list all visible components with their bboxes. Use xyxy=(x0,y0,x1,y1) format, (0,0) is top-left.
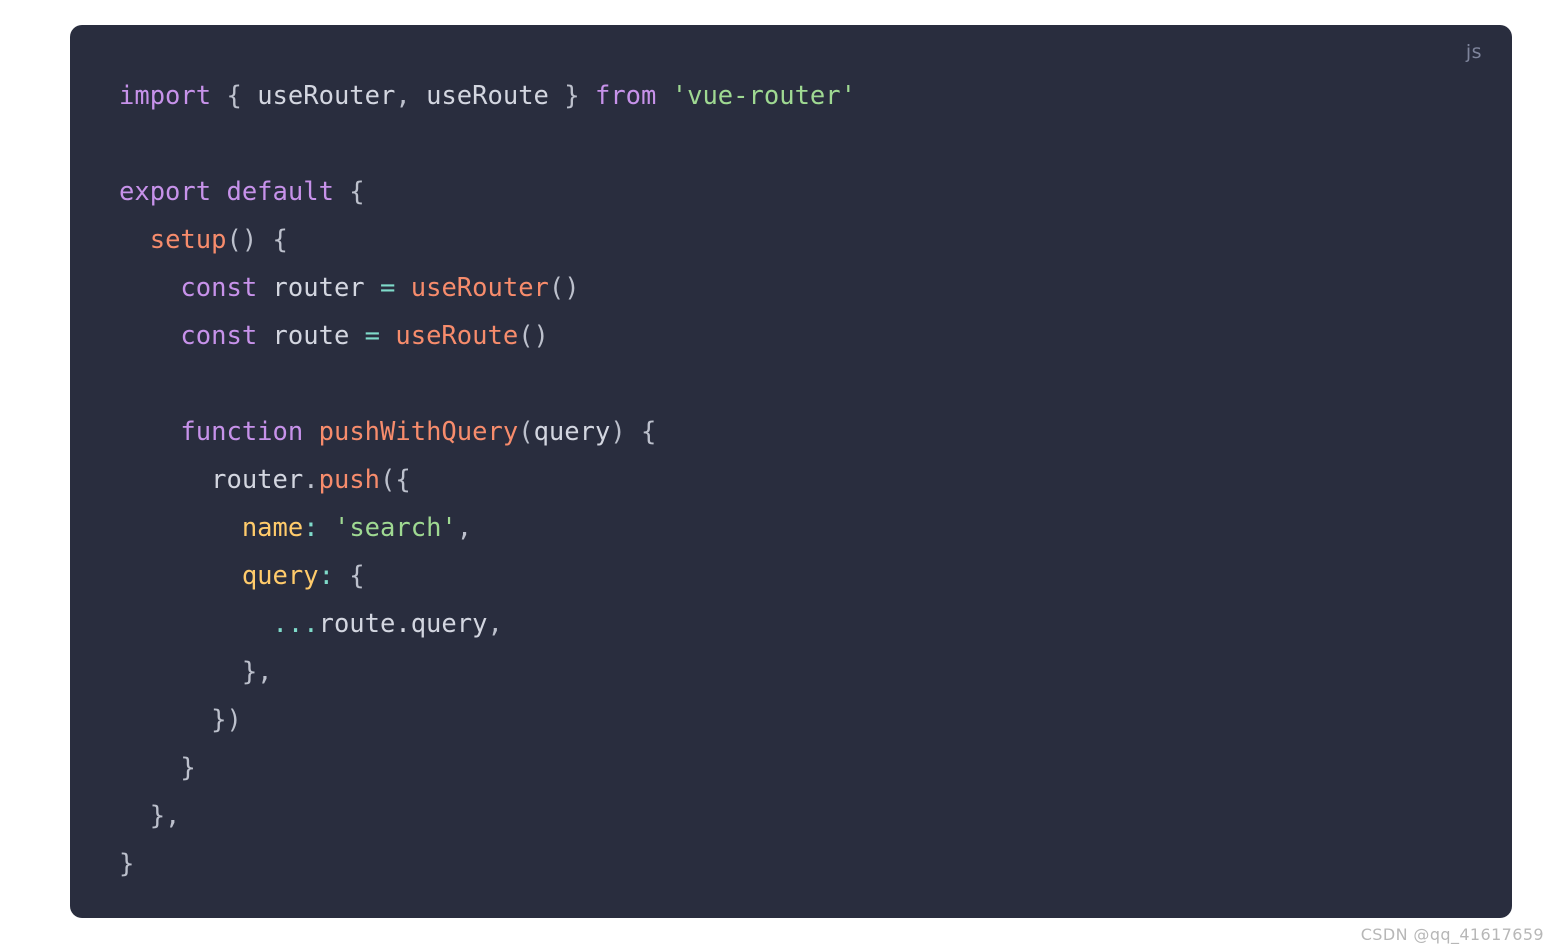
code-token-punctuation: }, xyxy=(119,657,273,687)
code-token-keyword: export default xyxy=(119,177,334,207)
code-token-keyword: from xyxy=(594,81,657,111)
language-label: js xyxy=(1465,41,1482,63)
code-line: } xyxy=(119,744,1492,792)
code-token-punctuation: } xyxy=(119,753,196,783)
code-token-string: 'search' xyxy=(333,513,457,543)
code-token-punctuation: () { xyxy=(226,225,288,255)
code-line: import { useRouter, useRoute } from 'vue… xyxy=(119,72,1492,120)
code-token-punctuation: }, xyxy=(119,801,181,831)
code-token-plain: useRoute xyxy=(426,81,549,111)
code-token-keyword: const xyxy=(180,273,258,303)
code-token-string: 'vue-router' xyxy=(671,81,856,111)
code-line: const router = useRouter() xyxy=(119,264,1492,312)
code-token-operator: : xyxy=(303,513,319,543)
code-line: ...route.query, xyxy=(119,600,1492,648)
code-token-punctuation: ( xyxy=(518,417,534,447)
code-token-punctuation: , xyxy=(395,81,427,111)
code-token-punctuation: { xyxy=(333,177,365,207)
code-token-keyword: function xyxy=(180,417,304,447)
code-token-operator: = xyxy=(364,321,381,351)
code-line: setup() { xyxy=(119,216,1492,264)
code-token-punctuation: , xyxy=(487,609,503,639)
code-line: name: 'search', xyxy=(119,504,1492,552)
code-token-punctuation: () xyxy=(548,273,580,303)
code-line: function pushWithQuery(query) { xyxy=(119,408,1492,456)
code-token-plain: route xyxy=(257,321,365,351)
code-token-property: query xyxy=(241,561,319,591)
code-token-keyword: const xyxy=(180,321,258,351)
code-block: js import { useRouter, useRoute } from '… xyxy=(70,25,1512,918)
code-line: }) xyxy=(119,696,1492,744)
code-line: const route = useRoute() xyxy=(119,312,1492,360)
code-token-property: name xyxy=(241,513,304,543)
code-token-punctuation: () xyxy=(518,321,549,351)
code-token-function: setup xyxy=(149,225,227,255)
code-token-plain: query xyxy=(533,417,611,447)
page-root: js import { useRouter, useRoute } from '… xyxy=(0,0,1562,952)
code-token-punctuation: ({ xyxy=(380,465,411,495)
code-token-operator: = xyxy=(380,273,396,303)
code-token-operator: : xyxy=(318,561,334,591)
code-token-plain: router xyxy=(119,465,304,495)
code-token-keyword: import xyxy=(119,81,212,111)
code-line: query: { xyxy=(119,552,1492,600)
code-lines-container[interactable]: import { useRouter, useRoute } from 'vue… xyxy=(119,72,1492,888)
code-token-punctuation: . xyxy=(303,465,319,495)
code-token-punctuation: { xyxy=(211,81,258,111)
code-token-punctuation: }) xyxy=(119,705,242,735)
code-token-plain: useRouter xyxy=(257,81,396,111)
code-token-function: useRoute xyxy=(395,321,519,351)
code-token-plain: router xyxy=(257,273,381,303)
code-token-punctuation: , xyxy=(456,513,473,543)
code-token-punctuation: { xyxy=(333,561,365,591)
code-token-punctuation: } xyxy=(119,849,135,879)
code-line: }, xyxy=(119,792,1492,840)
watermark: CSDN @qq_41617659 xyxy=(1360,925,1544,944)
code-line: }, xyxy=(119,648,1492,696)
code-line: router.push({ xyxy=(119,456,1492,504)
code-line: export default { xyxy=(119,168,1492,216)
code-token-punctuation: ) { xyxy=(610,417,657,447)
code-token-punctuation: } xyxy=(548,81,595,111)
code-token-plain: route.query xyxy=(318,609,488,639)
code-line: } xyxy=(119,840,1492,888)
code-token-function: push xyxy=(318,465,381,495)
code-token-function: pushWithQuery xyxy=(318,417,519,447)
code-token-operator: ... xyxy=(272,609,319,639)
code-token-function: useRouter xyxy=(410,273,549,303)
